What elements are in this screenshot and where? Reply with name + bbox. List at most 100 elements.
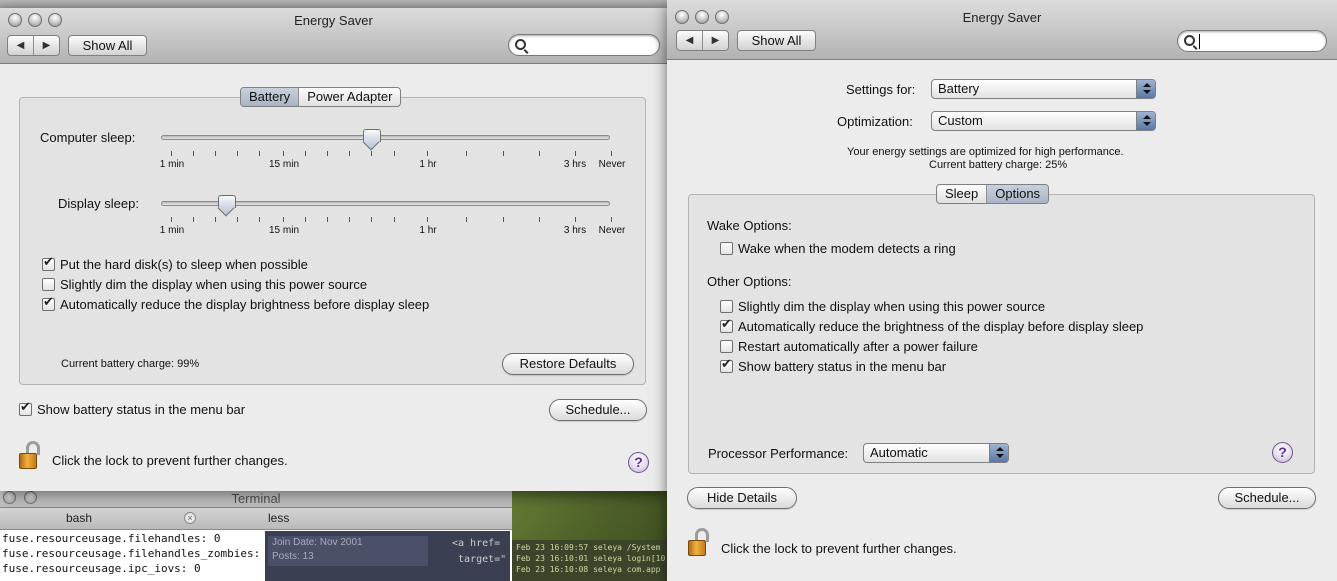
checkbox-checked-icon[interactable] (720, 357, 733, 373)
computer-sleep-slider[interactable] (161, 135, 610, 140)
settings-for-popup[interactable]: Battery (931, 79, 1156, 99)
forward-arrow-icon[interactable]: ▶ (33, 36, 59, 55)
tab-battery[interactable]: Battery (241, 88, 299, 106)
battery-charge-text: Current battery charge: 25% (929, 159, 1068, 171)
restore-defaults-button[interactable]: Restore Defaults (502, 353, 634, 375)
settings-for-value: Battery (938, 81, 980, 96)
back-forward-control[interactable]: ◀ ▶ (676, 30, 729, 51)
slider-tick (611, 217, 612, 222)
dim-display-checkbox[interactable]: Slightly dim the display when using this… (42, 277, 367, 292)
popup-arrows-icon (1136, 112, 1155, 130)
checkbox-checked-icon[interactable] (19, 400, 32, 416)
slider-tick (503, 217, 504, 222)
terminal-title: Terminal (231, 491, 281, 506)
computer-sleep-label: Computer sleep: (40, 130, 136, 145)
hard-disk-sleep-checkbox[interactable]: Put the hard disk(s) to sleep when possi… (42, 255, 308, 272)
slider-tick (327, 217, 328, 222)
terminal-tab-less[interactable]: less (268, 511, 289, 525)
slider-tick (466, 217, 467, 222)
slider-tick (371, 151, 372, 156)
computer-sleep-slider-thumb[interactable] (363, 129, 381, 149)
tick-label-never: Never (598, 225, 626, 236)
hide-details-button[interactable]: Hide Details (687, 487, 797, 509)
dim-display-checkbox[interactable]: Slightly dim the display when using this… (720, 299, 1045, 314)
processor-performance-popup[interactable]: Automatic (863, 443, 1009, 463)
tick-label-1-hr: 1 hr (419, 225, 437, 236)
back-arrow-icon[interactable]: ◀ (8, 36, 33, 55)
show-battery-status-checkbox[interactable]: Show battery status in the menu bar (720, 357, 947, 374)
slider-tick (259, 151, 260, 156)
lock-text: Click the lock to prevent further change… (52, 453, 288, 468)
slider-tick (215, 217, 216, 222)
energy-saver-window-left: Energy Saver ◀ ▶ Show All Battery Power … (0, 8, 667, 491)
slider-tick (349, 151, 350, 156)
slider-tick (394, 217, 395, 222)
lock-icon[interactable] (688, 528, 712, 558)
tab-options[interactable]: Options (986, 185, 1049, 203)
tick-label-15-min: 15 min (268, 225, 300, 236)
tab-sleep[interactable]: Sleep (937, 185, 986, 203)
restart-after-power-failure-checkbox[interactable]: Restart automatically after a power fail… (720, 339, 978, 354)
console-line: Feb 23 16:10:08 seleya com.app (516, 565, 661, 574)
terminal-tab-bar: bash × less (0, 508, 512, 530)
sleep-options-tabs: Sleep Options (936, 184, 1050, 204)
back-forward-control[interactable]: ◀ ▶ (7, 35, 60, 56)
tab-close-icon[interactable]: × (184, 512, 196, 524)
show-battery-status-checkbox[interactable]: Show battery status in the menu bar (19, 400, 245, 417)
checkbox-label: Slightly dim the display when using this… (60, 277, 368, 292)
help-icon[interactable]: ? (628, 452, 649, 473)
processor-performance-label: Processor Performance: (708, 446, 849, 461)
options-panel (688, 194, 1315, 474)
lock-icon[interactable] (19, 441, 43, 471)
checkbox-unchecked-icon[interactable] (720, 242, 733, 255)
window-title: Energy Saver (294, 13, 373, 28)
slider-tick (283, 151, 284, 156)
slider-tick (466, 151, 467, 156)
checkbox-checked-icon[interactable] (720, 317, 733, 333)
display-sleep-slider-thumb[interactable] (218, 195, 236, 215)
search-input[interactable] (508, 34, 660, 56)
terminal-tab-bash[interactable]: bash (66, 511, 92, 525)
help-icon[interactable]: ? (1272, 442, 1293, 463)
schedule-button[interactable]: Schedule... (549, 399, 647, 421)
checkbox-unchecked-icon[interactable] (720, 340, 733, 353)
window-title: Energy Saver (962, 10, 1042, 25)
checkbox-checked-icon[interactable] (42, 295, 55, 311)
text-cursor (1199, 34, 1200, 49)
checkbox-checked-icon[interactable] (42, 255, 55, 271)
checkbox-unchecked-icon[interactable] (720, 300, 733, 313)
wake-modem-checkbox[interactable]: Wake when the modem detects a ring (720, 241, 956, 256)
forum-code-snippet: <a href= target=" Anyway (452, 538, 507, 565)
tick-label-1-min: 1 min (159, 225, 185, 236)
lock-body (688, 540, 706, 556)
slider-tick (193, 151, 194, 156)
slider-tick (611, 151, 612, 156)
back-arrow-icon[interactable]: ◀ (677, 31, 702, 50)
slider-tick (539, 151, 540, 156)
checkbox-unchecked-icon[interactable] (42, 278, 55, 291)
forward-arrow-icon[interactable]: ▶ (702, 31, 728, 50)
console-log: Feb 23 16:09:57 seleya /System Feb 23 16… (512, 540, 667, 581)
other-options-heading: Other Options: (707, 274, 792, 289)
checkbox-label: Show battery status in the menu bar (738, 359, 947, 374)
optimization-popup[interactable]: Custom (931, 111, 1156, 131)
reduce-brightness-checkbox[interactable]: Automatically reduce the display brightn… (42, 295, 429, 312)
slider-tick (237, 151, 238, 156)
window-titlebar[interactable]: Energy Saver ◀ ▶ Show All (0, 8, 667, 64)
checkbox-label: Wake when the modem detects a ring (738, 241, 956, 256)
search-input[interactable] (1177, 30, 1327, 52)
reduce-brightness-checkbox[interactable]: Automatically reduce the brightness of t… (720, 317, 1143, 334)
wake-options-heading: Wake Options: (707, 218, 792, 233)
checkbox-label: Slightly dim the display when using this… (738, 299, 1046, 314)
show-all-button[interactable]: Show All (68, 35, 147, 56)
tick-label-1-min: 1 min (159, 159, 185, 170)
window-titlebar[interactable]: Energy Saver ◀ ▶ Show All (667, 0, 1337, 60)
tab-power-adapter[interactable]: Power Adapter (298, 88, 400, 106)
show-all-button[interactable]: Show All (737, 30, 816, 51)
tick-label-1-hr: 1 hr (419, 159, 437, 170)
terminal-titlebar[interactable]: Terminal (0, 488, 512, 508)
schedule-button[interactable]: Schedule... (1218, 487, 1316, 509)
tick-label-3-hrs: 3 hrs (563, 225, 587, 236)
terminal-output[interactable]: fuse.resourceusage.filehandles: 0 fuse.re… (0, 531, 274, 581)
display-sleep-label: Display sleep: (58, 196, 139, 211)
